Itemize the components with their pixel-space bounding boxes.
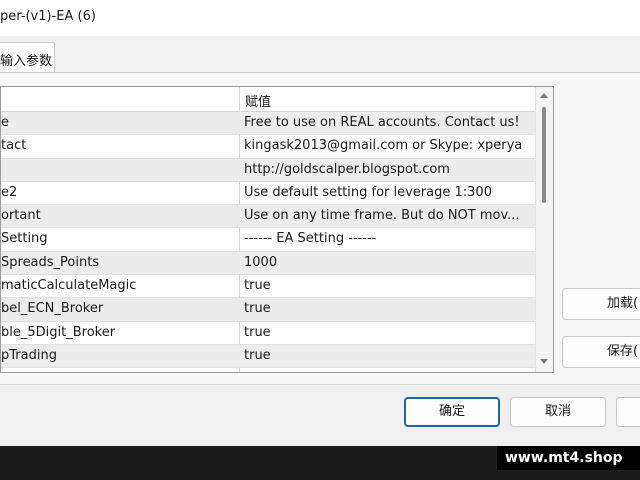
param-name: ble_5Digit_Broker <box>1 324 116 340</box>
scroll-up-icon[interactable] <box>540 93 548 98</box>
parameters-table: 赋值 e Free to use on REAL accounts. Contac… <box>0 86 554 373</box>
ok-button[interactable]: 确定 <box>404 397 500 427</box>
param-value[interactable]: 1000 <box>244 255 534 270</box>
param-value[interactable]: Use on any time frame. But do NOT mov... <box>244 208 534 223</box>
load-button[interactable]: 加载( <box>562 288 640 320</box>
param-name: pTrading <box>1 347 57 363</box>
param-name: tact <box>1 138 27 154</box>
save-button-label: 保存( <box>607 344 639 359</box>
window-title: per-(v1)-EA (6) <box>0 9 96 24</box>
param-name: maticCalculateMagic <box>1 278 137 294</box>
table-header: 赋值 <box>1 87 535 112</box>
title-bar: per-(v1)-EA (6) <box>0 0 640 36</box>
param-name: Setting <box>1 231 48 247</box>
param-value[interactable]: http://goldscalper.blogspot.com <box>244 162 534 177</box>
table-row[interactable]: bel_ECN_Broker true <box>1 298 535 322</box>
param-value[interactable]: true <box>244 278 534 293</box>
param-value[interactable]: kingask2013@gmail.com or Skype: xperya <box>244 138 534 153</box>
table-row[interactable]: Setting ------ EA Setting ------ <box>1 228 535 252</box>
cancel-button[interactable]: 取消 <box>510 397 606 427</box>
table-row[interactable]: ortant Use on any time frame. But do NOT … <box>1 205 535 229</box>
table-row[interactable]: ble_5Digit_Broker true <box>1 322 535 345</box>
load-button-label: 加载( <box>607 296 639 311</box>
table-row[interactable]: e Free to use on REAL accounts. Contact u… <box>1 112 535 136</box>
param-value[interactable]: true <box>244 348 534 363</box>
param-value[interactable]: true <box>244 301 534 316</box>
param-name: e <box>1 115 9 130</box>
header-value: 赋值 <box>245 95 272 110</box>
table-row[interactable]: maticCalculateMagic true <box>1 275 535 299</box>
vertical-scrollbar[interactable] <box>535 87 553 372</box>
tab-inputs-label: 输入参数 <box>0 54 53 69</box>
cancel-button-label: 取消 <box>544 404 571 419</box>
watermark: www.mt4.shop <box>497 446 640 470</box>
table-row[interactable]: tact kingask2013@gmail.com or Skype: xper… <box>1 135 535 159</box>
param-value[interactable]: ------ EA Setting ------ <box>244 231 534 246</box>
param-value[interactable]: Use default setting for leverage 1:300 <box>244 185 534 200</box>
extra-button[interactable] <box>616 397 640 427</box>
scroll-down-icon[interactable] <box>540 359 548 364</box>
table-row[interactable]: http://goldscalper.blogspot.com <box>1 158 535 182</box>
save-button[interactable]: 保存( <box>562 336 640 368</box>
ok-button-label: 确定 <box>438 404 465 419</box>
scroll-thumb[interactable] <box>542 107 546 203</box>
param-name: bel_ECN_Broker <box>1 301 104 317</box>
table-row[interactable]: e2 Use default setting for leverage 1:300 <box>1 182 535 206</box>
param-name: e2 <box>1 184 18 200</box>
tab-inputs[interactable]: 输入参数 <box>0 42 55 73</box>
param-value[interactable]: Free to use on REAL accounts. Contact us… <box>244 115 534 130</box>
param-value[interactable]: true <box>244 325 534 340</box>
table-row[interactable]: Spreads_Points 1000 <box>1 251 535 276</box>
param-name: Spreads_Points <box>1 254 100 270</box>
table-row[interactable]: pTrading true <box>1 344 535 369</box>
table-body: e Free to use on REAL accounts. Contact u… <box>1 112 535 369</box>
param-name: ortant <box>1 208 41 224</box>
